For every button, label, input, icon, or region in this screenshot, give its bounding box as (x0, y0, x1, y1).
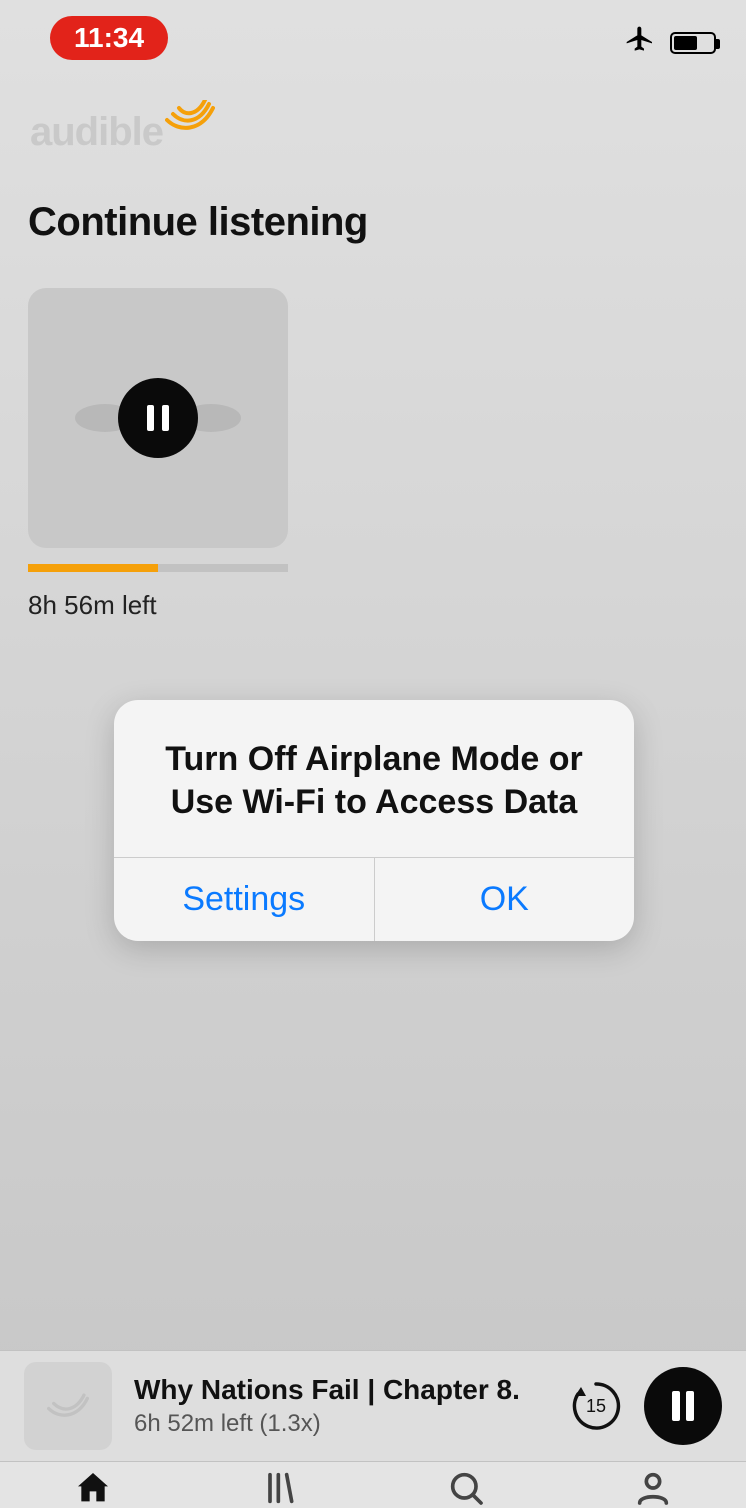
mini-player-subtitle: 6h 52m left (1.3x) (134, 1410, 566, 1438)
svg-text:15: 15 (586, 1396, 606, 1416)
mini-player-text[interactable]: Why Nations Fail | Chapter 8. 6h 52m lef… (134, 1374, 566, 1438)
audible-logo: audible (30, 100, 215, 165)
cover-art-icon (93, 353, 223, 483)
bottom-nav (0, 1462, 746, 1508)
nav-discover-icon[interactable] (446, 1468, 486, 1508)
logo-swoosh-icon (165, 100, 215, 139)
airplane-mode-alert: Turn Off Airplane Mode or Use Wi-Fi to A… (114, 700, 634, 941)
mini-player-title: Why Nations Fail | Chapter 8. (134, 1374, 566, 1406)
status-time-pill[interactable]: 11:34 (50, 16, 168, 60)
status-bar: 11:34 (0, 0, 746, 70)
screen: 11:34 audible Continue listening (0, 0, 746, 1508)
battery-fill (674, 36, 697, 50)
mini-player[interactable]: Why Nations Fail | Chapter 8. 6h 52m lef… (0, 1350, 746, 1462)
logo-text: audible (30, 110, 163, 155)
book-progress-bar (28, 564, 288, 572)
status-icons (624, 24, 716, 61)
alert-title: Turn Off Airplane Mode or Use Wi-Fi to A… (114, 700, 634, 857)
book-time-left: 8h 56m left (28, 590, 288, 621)
battery-icon (670, 32, 716, 54)
airplane-mode-icon (624, 24, 656, 61)
section-title: Continue listening (28, 200, 368, 245)
alert-settings-button[interactable]: Settings (114, 858, 375, 941)
mini-player-cover[interactable] (24, 1362, 112, 1450)
nav-profile-icon[interactable] (633, 1468, 673, 1508)
rewind-15-button[interactable]: 15 (566, 1376, 626, 1436)
continue-listening-card[interactable]: 8h 56m left (28, 288, 288, 621)
alert-buttons: Settings OK (114, 857, 634, 941)
book-progress-fill (28, 564, 158, 572)
mini-player-pause-button[interactable] (644, 1367, 722, 1445)
nav-library-icon[interactable] (260, 1468, 300, 1508)
pause-overlay-icon[interactable] (118, 378, 198, 458)
book-cover[interactable] (28, 288, 288, 548)
alert-ok-button[interactable]: OK (375, 858, 635, 941)
nav-home-icon[interactable] (73, 1468, 113, 1508)
